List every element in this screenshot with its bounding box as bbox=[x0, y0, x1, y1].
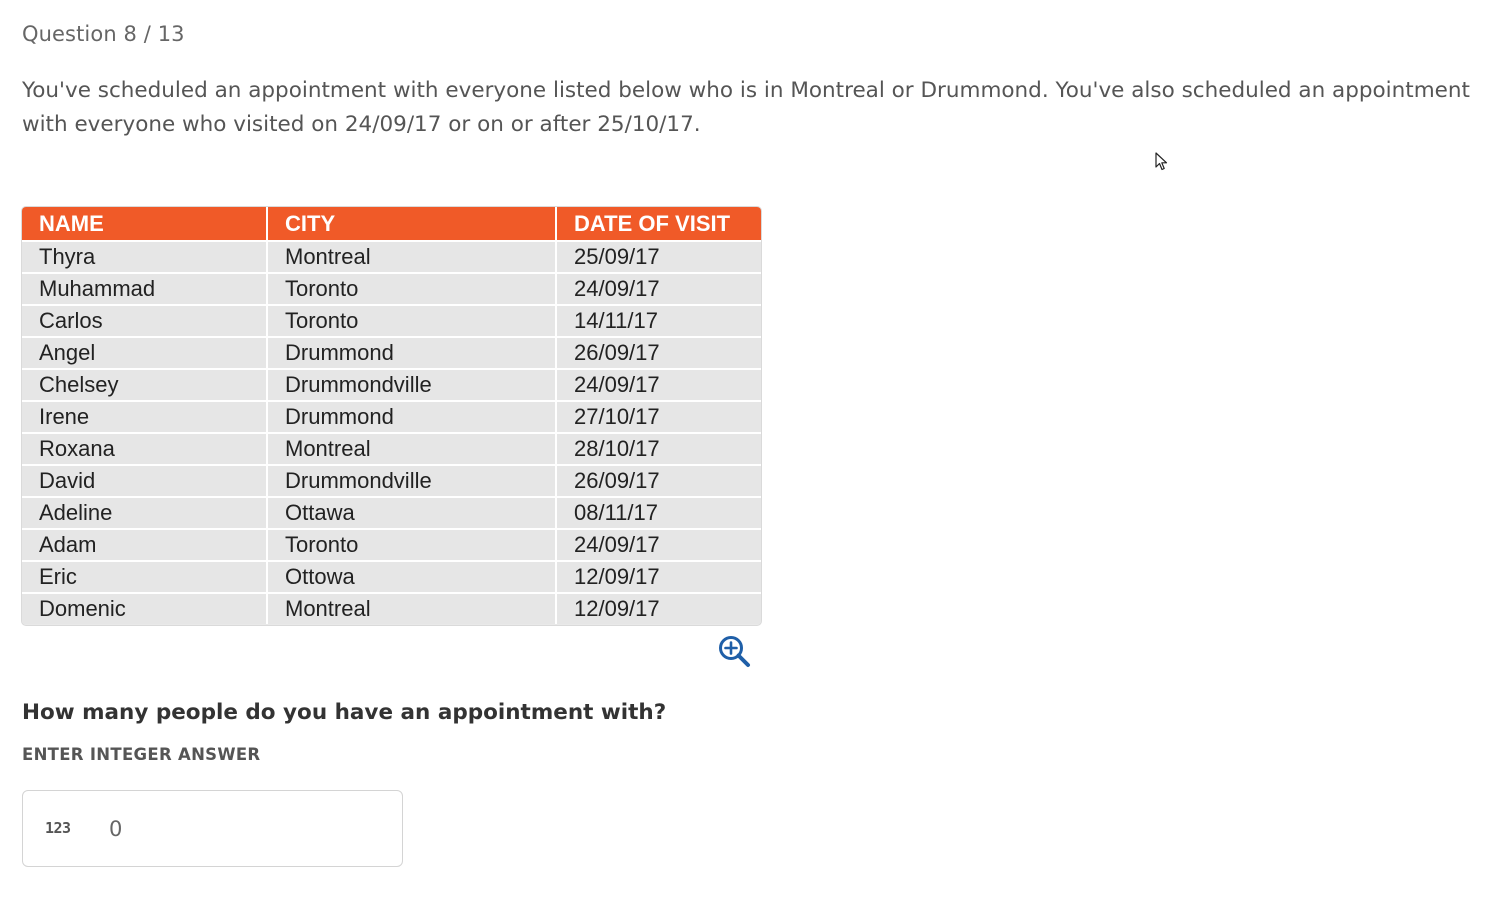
table-row: Eric Ottowa 12/09/17 bbox=[22, 560, 761, 593]
table-row: Thyra Montreal 25/09/17 bbox=[22, 240, 761, 273]
mouse-cursor-icon bbox=[1155, 152, 1168, 171]
cell-date: 27/10/17 bbox=[556, 400, 761, 433]
table-row: David Drummondville 26/09/17 bbox=[22, 464, 761, 497]
question-prompt: You've scheduled an appointment with eve… bbox=[22, 78, 1470, 137]
zoom-in-icon[interactable] bbox=[717, 634, 751, 668]
table-row: Adam Toronto 24/09/17 bbox=[22, 528, 761, 561]
table-row: Angel Drummond 26/09/17 bbox=[22, 336, 761, 369]
cell-city: Montreal bbox=[267, 240, 557, 273]
table-row: Chelsey Drummondville 24/09/17 bbox=[22, 368, 761, 401]
cell-name: Angel bbox=[22, 336, 268, 369]
cell-name: Adam bbox=[22, 528, 268, 561]
cell-city: Toronto bbox=[267, 304, 557, 337]
cell-name: Adeline bbox=[22, 496, 268, 529]
cell-name: Irene bbox=[22, 400, 268, 433]
visits-table: NAME CITY DATE OF VISIT Thyra Montreal 25/… bbox=[22, 207, 761, 625]
quiz-page: Question 8 / 13 You've scheduled an appo… bbox=[0, 0, 1505, 897]
integer-answer-field[interactable]: 123 bbox=[22, 790, 403, 867]
table-row: Adeline Ottawa 08/11/17 bbox=[22, 496, 761, 529]
cell-city: Ottawa bbox=[267, 496, 557, 529]
cell-date: 26/09/17 bbox=[556, 464, 761, 497]
table-header-row: NAME CITY DATE OF VISIT bbox=[22, 207, 761, 241]
cell-date: 12/09/17 bbox=[556, 560, 761, 593]
column-header-city: CITY bbox=[267, 207, 557, 241]
cell-date: 25/09/17 bbox=[556, 240, 761, 273]
table-row: Roxana Montreal 28/10/17 bbox=[22, 432, 761, 465]
cell-date: 24/09/17 bbox=[556, 368, 761, 401]
table-row: Carlos Toronto 14/11/17 bbox=[22, 304, 761, 337]
question-counter: Question 8 / 13 bbox=[22, 22, 185, 46]
column-header-date: DATE OF VISIT bbox=[556, 207, 761, 241]
table-row: Muhammad Toronto 24/09/17 bbox=[22, 272, 761, 305]
cell-name: Domenic bbox=[22, 592, 268, 624]
cell-city: Toronto bbox=[267, 528, 557, 561]
cell-name: Chelsey bbox=[22, 368, 268, 401]
cell-date: 08/11/17 bbox=[556, 496, 761, 529]
cell-city: Montreal bbox=[267, 592, 557, 624]
cell-date: 14/11/17 bbox=[556, 304, 761, 337]
cell-name: Muhammad bbox=[22, 272, 268, 305]
cell-city: Drummondville bbox=[267, 464, 557, 497]
cell-city: Drummond bbox=[267, 400, 557, 433]
cell-date: 26/09/17 bbox=[556, 336, 761, 369]
table-row: Irene Drummond 27/10/17 bbox=[22, 400, 761, 433]
cell-name: Roxana bbox=[22, 432, 268, 465]
table-body: Thyra Montreal 25/09/17 Muhammad Toronto 24/0… bbox=[22, 240, 761, 624]
cell-date: 28/10/17 bbox=[556, 432, 761, 465]
cell-name: Eric bbox=[22, 560, 268, 593]
answer-label: ENTER INTEGER ANSWER bbox=[22, 745, 261, 764]
cell-city: Drummondville bbox=[267, 368, 557, 401]
answer-input[interactable] bbox=[109, 811, 379, 847]
cell-city: Montreal bbox=[267, 432, 557, 465]
column-header-name: NAME bbox=[22, 207, 268, 241]
question-text: How many people do you have an appointme… bbox=[22, 700, 667, 725]
cell-name: David bbox=[22, 464, 268, 497]
cell-name: Thyra bbox=[22, 240, 268, 273]
cell-date: 12/09/17 bbox=[556, 592, 761, 624]
table-row: Domenic Montreal 12/09/17 bbox=[22, 592, 761, 624]
cell-date: 24/09/17 bbox=[556, 528, 761, 561]
cell-name: Carlos bbox=[22, 304, 268, 337]
cell-city: Ottowa bbox=[267, 560, 557, 593]
cell-city: Toronto bbox=[267, 272, 557, 305]
number-type-icon: 123 bbox=[45, 819, 71, 837]
cell-city: Drummond bbox=[267, 336, 557, 369]
cell-date: 24/09/17 bbox=[556, 272, 761, 305]
